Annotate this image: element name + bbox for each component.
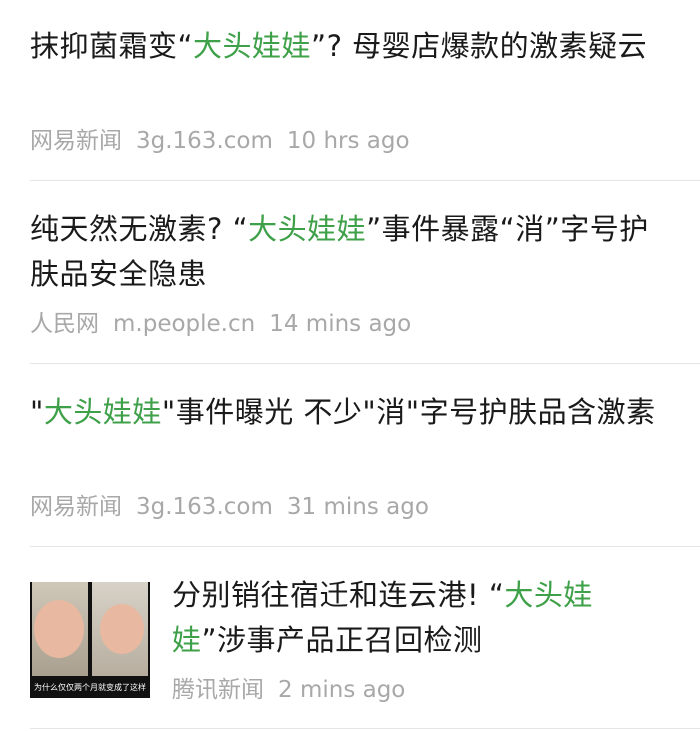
news-source: 腾讯新闻 [172,677,264,703]
divider [30,546,700,547]
news-title[interactable]: "大头娃娃"事件曝光 不少"消"字号护肤品含激素 [30,390,660,435]
news-title[interactable]: 分别销往宿迁和连云港! “大头娃娃”涉事产品正召回检测 [172,573,652,663]
baby-face-right [100,604,144,654]
news-source: 人民网 [30,311,99,337]
baby-face-left [34,600,84,658]
news-meta: 网易新闻 3g.163.com 10 hrs ago [30,126,424,156]
thumbnail-caption: 为什么仅仅两个月就变成了这样 [34,683,146,692]
news-time: 14 mins ago [269,311,412,337]
news-time: 2 mins ago [278,677,406,703]
news-domain: 3g.163.com [136,128,273,154]
divider [30,728,700,729]
title-highlight: 大头娃娃 [43,395,162,429]
divider [30,363,700,364]
title-highlight: 大头娃娃 [248,212,367,246]
news-feed: 抹抑菌霜变“大头娃娃”? 母婴店爆款的激素疑云 网易新闻 3g.163.com 10… [0,0,700,731]
news-meta: 网易新闻 3g.163.com 31 mins ago [30,492,443,522]
title-text: 分别销往宿迁和连云港! “ [172,578,505,612]
news-domain: m.people.cn [113,311,256,337]
news-meta: 人民网 m.people.cn 14 mins ago [30,309,425,339]
news-title[interactable]: 抹抑菌霜变“大头娃娃”? 母婴店爆款的激素疑云 [30,24,660,69]
title-text: 抹抑菌霜变“ [30,29,194,63]
news-time: 10 hrs ago [286,128,410,154]
title-text: ”涉事产品正召回检测 [201,623,483,657]
news-source: 网易新闻 [30,494,122,520]
title-text: 纯天然无激素? “ [30,212,249,246]
news-source: 网易新闻 [30,128,122,154]
title-text: "事件曝光 不少"消"字号护肤品含激素 [161,395,656,429]
news-thumbnail[interactable]: 为什么仅仅两个月就变成了这样 [30,582,150,698]
divider [30,180,700,181]
news-time: 31 mins ago [286,494,429,520]
news-meta: 腾讯新闻 2 mins ago [172,675,419,705]
title-text: " [30,395,44,429]
news-domain: 3g.163.com [136,494,273,520]
title-text: ”? 母婴店爆款的激素疑云 [311,29,648,63]
news-title[interactable]: 纯天然无激素? “大头娃娃”事件暴露“消”字号护肤品安全隐患 [30,207,660,297]
title-highlight: 大头娃娃 [193,29,312,63]
